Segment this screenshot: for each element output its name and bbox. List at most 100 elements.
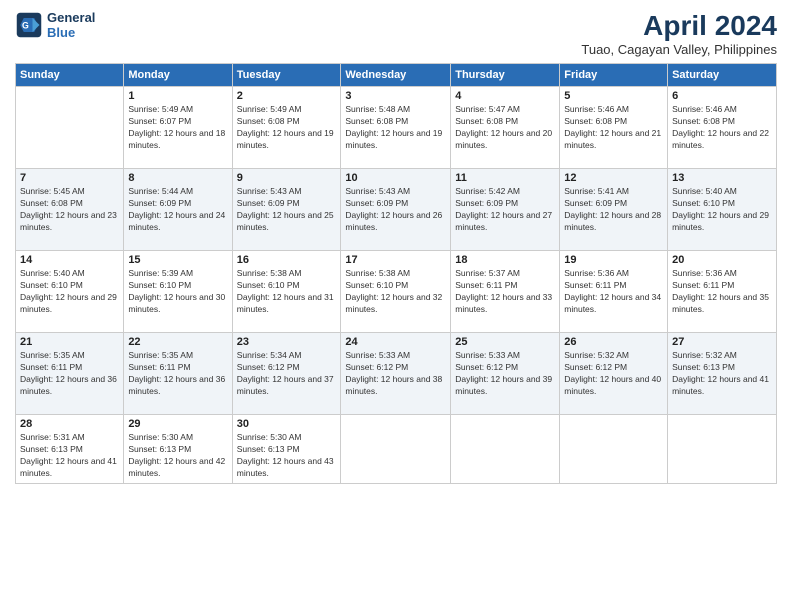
calendar-cell-w3-d1: 14 Sunrise: 5:40 AM Sunset: 6:10 PM Dayli… — [16, 251, 124, 333]
calendar-cell-w5-d6 — [560, 415, 668, 484]
calendar-cell-w1-d4: 3 Sunrise: 5:48 AM Sunset: 6:08 PM Daylig… — [341, 87, 451, 169]
calendar-cell-w3-d7: 20 Sunrise: 5:36 AM Sunset: 6:11 PM Dayli… — [668, 251, 777, 333]
day-info: Sunrise: 5:41 AM Sunset: 6:09 PM Dayligh… — [564, 186, 663, 234]
day-info: Sunrise: 5:46 AM Sunset: 6:08 PM Dayligh… — [672, 104, 772, 152]
day-number: 5 — [564, 90, 663, 102]
calendar-cell-w5-d2: 29Sunrise: 5:30 AM Sunset: 6:13 PM Dayli… — [124, 415, 232, 484]
calendar-cell-w2-d2: 8 Sunrise: 5:44 AM Sunset: 6:09 PM Daylig… — [124, 169, 232, 251]
calendar-cell-w3-d6: 19 Sunrise: 5:36 AM Sunset: 6:11 PM Dayli… — [560, 251, 668, 333]
day-number: 18 — [455, 254, 555, 266]
calendar-cell-w1-d6: 5 Sunrise: 5:46 AM Sunset: 6:08 PM Daylig… — [560, 87, 668, 169]
day-info: Sunrise: 5:36 AM Sunset: 6:11 PM Dayligh… — [672, 268, 772, 316]
col-sunday: Sunday — [16, 64, 124, 87]
day-info: Sunrise: 5:42 AM Sunset: 6:09 PM Dayligh… — [455, 186, 555, 234]
day-info: Sunrise: 5:46 AM Sunset: 6:08 PM Dayligh… — [564, 104, 663, 152]
day-number: 12 — [564, 172, 663, 184]
day-info: Sunrise: 5:47 AM Sunset: 6:08 PM Dayligh… — [455, 104, 555, 152]
calendar-cell-w5-d3: 30 Sunrise: 5:30 AM Sunset: 6:13 PM Dayli… — [232, 415, 341, 484]
calendar-cell-w5-d1: 28 Sunrise: 5:31 AM Sunset: 6:13 PM Dayli… — [16, 415, 124, 484]
day-number: 20 — [672, 254, 772, 266]
calendar-cell-w1-d7: 6 Sunrise: 5:46 AM Sunset: 6:08 PM Daylig… — [668, 87, 777, 169]
day-info: Sunrise: 5:40 AM Sunset: 6:10 PM Dayligh… — [672, 186, 772, 234]
calendar-cell-w3-d4: 17 Sunrise: 5:38 AM Sunset: 6:10 PM Dayli… — [341, 251, 451, 333]
day-info: Sunrise: 5:49 AM Sunset: 6:08 PM Dayligh… — [237, 104, 337, 152]
day-info: Sunrise: 5:40 AM Sunset: 6:10 PM Dayligh… — [20, 268, 119, 316]
day-number: 1 — [128, 90, 227, 102]
day-number: 11 — [455, 172, 555, 184]
day-number: 15 — [128, 254, 227, 266]
day-number: 14 — [20, 254, 119, 266]
day-info: Sunrise: 5:45 AM Sunset: 6:08 PM Dayligh… — [20, 186, 119, 234]
logo: G General Blue — [15, 10, 95, 40]
calendar-cell-w4-d7: 27 Sunrise: 5:32 AM Sunset: 6:13 PM Dayli… — [668, 333, 777, 415]
day-info: Sunrise: 5:30 AM Sunset: 6:13 PM Dayligh… — [237, 432, 337, 480]
subtitle: Tuao, Cagayan Valley, Philippines — [581, 42, 777, 57]
calendar-cell-w4-d2: 22Sunrise: 5:35 AM Sunset: 6:11 PM Dayli… — [124, 333, 232, 415]
main-title: April 2024 — [581, 10, 777, 42]
day-info: Sunrise: 5:32 AM Sunset: 6:13 PM Dayligh… — [672, 350, 772, 398]
day-number: 26 — [564, 336, 663, 348]
calendar-cell-w5-d7 — [668, 415, 777, 484]
day-info: Sunrise: 5:38 AM Sunset: 6:10 PM Dayligh… — [237, 268, 337, 316]
day-number: 19 — [564, 254, 663, 266]
day-info: Sunrise: 5:44 AM Sunset: 6:09 PM Dayligh… — [128, 186, 227, 234]
day-number: 6 — [672, 90, 772, 102]
calendar-cell-w3-d5: 18Sunrise: 5:37 AM Sunset: 6:11 PM Dayli… — [451, 251, 560, 333]
day-number: 21 — [20, 336, 119, 348]
calendar-cell-w2-d6: 12 Sunrise: 5:41 AM Sunset: 6:09 PM Dayli… — [560, 169, 668, 251]
day-number: 13 — [672, 172, 772, 184]
day-info: Sunrise: 5:35 AM Sunset: 6:11 PM Dayligh… — [20, 350, 119, 398]
day-info: Sunrise: 5:31 AM Sunset: 6:13 PM Dayligh… — [20, 432, 119, 480]
calendar-cell-w2-d4: 10Sunrise: 5:43 AM Sunset: 6:09 PM Dayli… — [341, 169, 451, 251]
col-monday: Monday — [124, 64, 232, 87]
col-wednesday: Wednesday — [341, 64, 451, 87]
calendar-cell-w4-d1: 21 Sunrise: 5:35 AM Sunset: 6:11 PM Dayli… — [16, 333, 124, 415]
calendar-cell-w4-d5: 25 Sunrise: 5:33 AM Sunset: 6:12 PM Dayli… — [451, 333, 560, 415]
day-info: Sunrise: 5:36 AM Sunset: 6:11 PM Dayligh… — [564, 268, 663, 316]
day-info: Sunrise: 5:39 AM Sunset: 6:10 PM Dayligh… — [128, 268, 227, 316]
calendar-week-1: 1Sunrise: 5:49 AM Sunset: 6:07 PM Daylig… — [16, 87, 777, 169]
day-info: Sunrise: 5:38 AM Sunset: 6:10 PM Dayligh… — [345, 268, 446, 316]
day-number: 7 — [20, 172, 119, 184]
day-info: Sunrise: 5:32 AM Sunset: 6:12 PM Dayligh… — [564, 350, 663, 398]
logo-icon: G — [15, 11, 43, 39]
calendar-cell-w1-d3: 2 Sunrise: 5:49 AM Sunset: 6:08 PM Daylig… — [232, 87, 341, 169]
logo-text: General Blue — [47, 10, 95, 40]
calendar-cell-w2-d7: 13 Sunrise: 5:40 AM Sunset: 6:10 PM Dayli… — [668, 169, 777, 251]
day-info: Sunrise: 5:48 AM Sunset: 6:08 PM Dayligh… — [345, 104, 446, 152]
header: G General Blue April 2024 Tuao, Cagayan … — [15, 10, 777, 57]
day-number: 4 — [455, 90, 555, 102]
calendar-cell-w4-d4: 24Sunrise: 5:33 AM Sunset: 6:12 PM Dayli… — [341, 333, 451, 415]
calendar-cell-w1-d2: 1Sunrise: 5:49 AM Sunset: 6:07 PM Daylig… — [124, 87, 232, 169]
day-number: 9 — [237, 172, 337, 184]
calendar-cell-w1-d1 — [16, 87, 124, 169]
day-info: Sunrise: 5:43 AM Sunset: 6:09 PM Dayligh… — [237, 186, 337, 234]
calendar-cell-w4-d6: 26 Sunrise: 5:32 AM Sunset: 6:12 PM Dayli… — [560, 333, 668, 415]
calendar-week-4: 21 Sunrise: 5:35 AM Sunset: 6:11 PM Dayli… — [16, 333, 777, 415]
day-number: 29 — [128, 418, 227, 430]
day-number: 25 — [455, 336, 555, 348]
day-number: 22 — [128, 336, 227, 348]
day-number: 8 — [128, 172, 227, 184]
col-saturday: Saturday — [668, 64, 777, 87]
day-number: 17 — [345, 254, 446, 266]
day-number: 30 — [237, 418, 337, 430]
calendar-header-row: Sunday Monday Tuesday Wednesday Thursday… — [16, 64, 777, 87]
calendar-week-5: 28 Sunrise: 5:31 AM Sunset: 6:13 PM Dayli… — [16, 415, 777, 484]
day-info: Sunrise: 5:33 AM Sunset: 6:12 PM Dayligh… — [345, 350, 446, 398]
day-number: 3 — [345, 90, 446, 102]
col-thursday: Thursday — [451, 64, 560, 87]
calendar-cell-w2-d3: 9 Sunrise: 5:43 AM Sunset: 6:09 PM Daylig… — [232, 169, 341, 251]
day-number: 27 — [672, 336, 772, 348]
day-number: 23 — [237, 336, 337, 348]
col-friday: Friday — [560, 64, 668, 87]
calendar-cell-w2-d1: 7 Sunrise: 5:45 AM Sunset: 6:08 PM Daylig… — [16, 169, 124, 251]
calendar-week-2: 7 Sunrise: 5:45 AM Sunset: 6:08 PM Daylig… — [16, 169, 777, 251]
calendar-cell-w5-d5 — [451, 415, 560, 484]
day-info: Sunrise: 5:33 AM Sunset: 6:12 PM Dayligh… — [455, 350, 555, 398]
day-number: 2 — [237, 90, 337, 102]
col-tuesday: Tuesday — [232, 64, 341, 87]
calendar-week-3: 14 Sunrise: 5:40 AM Sunset: 6:10 PM Dayli… — [16, 251, 777, 333]
day-number: 28 — [20, 418, 119, 430]
calendar-table: Sunday Monday Tuesday Wednesday Thursday… — [15, 63, 777, 484]
